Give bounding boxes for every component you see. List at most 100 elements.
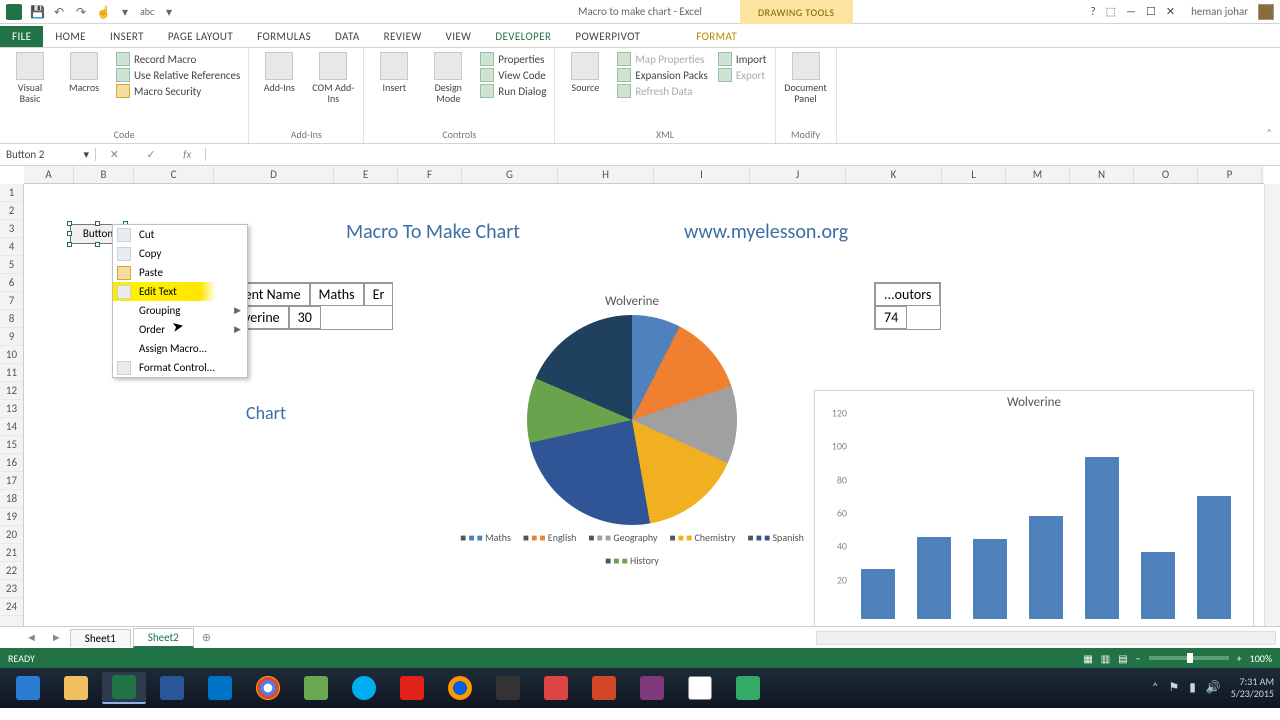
qat-undo-icon[interactable]: ↶ xyxy=(52,5,66,19)
row-header[interactable]: 20 xyxy=(0,526,23,544)
btn-addins[interactable]: Add-Ins xyxy=(257,52,301,93)
tab-insert[interactable]: INSERT xyxy=(98,26,156,47)
user-avatar-icon[interactable] xyxy=(1258,4,1274,20)
maximize-icon[interactable]: ☐ xyxy=(1146,5,1156,18)
tab-format[interactable]: FORMAT xyxy=(684,26,749,47)
task-acrobat[interactable] xyxy=(390,672,434,704)
col-header[interactable]: P xyxy=(1198,166,1262,183)
cells[interactable]: Macro To Make Chart www.myelesson.org ..… xyxy=(24,184,1264,626)
col-header[interactable]: I xyxy=(654,166,750,183)
task-paint[interactable] xyxy=(678,672,722,704)
task-excel[interactable] xyxy=(102,672,146,704)
row-headers[interactable]: 123456789101112131415161718192021222324 xyxy=(0,184,24,626)
col-header[interactable]: D xyxy=(214,166,334,183)
task-onenote[interactable] xyxy=(630,672,674,704)
sel-handle[interactable] xyxy=(95,242,100,247)
col-header[interactable]: A xyxy=(24,166,74,183)
ribbon-collapse-icon[interactable]: ˄ xyxy=(1266,126,1272,139)
vertical-scrollbar[interactable] xyxy=(1264,184,1280,626)
qat-abc-icon[interactable]: abc xyxy=(140,5,154,19)
tab-data[interactable]: DATA xyxy=(323,26,372,47)
fx-icon[interactable]: fx xyxy=(183,148,191,161)
btn-macros[interactable]: Macros xyxy=(62,52,106,93)
minimize-icon[interactable]: — xyxy=(1126,5,1136,18)
view-page-layout-icon[interactable]: ▥ xyxy=(1101,652,1110,665)
task-m[interactable] xyxy=(534,672,578,704)
system-tray[interactable]: ˄ ⚑ ▮ 🔊 7:31 AM5/23/2015 xyxy=(1152,676,1274,700)
col-header[interactable]: N xyxy=(1070,166,1134,183)
row-header[interactable]: 11 xyxy=(0,364,23,382)
name-box[interactable]: Button 2▾ xyxy=(0,148,96,161)
sheet-nav-prev-icon[interactable]: ◄ xyxy=(20,631,43,644)
btn-map-props[interactable]: Map Properties xyxy=(617,52,707,66)
tab-powerpivot[interactable]: POWERPIVOT xyxy=(563,26,652,47)
task-camtasia[interactable] xyxy=(294,672,338,704)
menu-cut[interactable]: Cut xyxy=(113,225,247,244)
col-header[interactable]: M xyxy=(1006,166,1070,183)
btn-run-dialog[interactable]: Run Dialog xyxy=(480,84,546,98)
zoom-level[interactable]: 100% xyxy=(1250,652,1272,665)
btn-import[interactable]: Import xyxy=(718,52,767,66)
btn-export[interactable]: Export xyxy=(718,68,767,82)
row-header[interactable]: 1 xyxy=(0,184,23,202)
sheet-nav-next-icon[interactable]: ► xyxy=(45,631,68,644)
tab-file[interactable]: FILE xyxy=(0,26,43,47)
row-header[interactable]: 15 xyxy=(0,436,23,454)
row-header[interactable]: 2 xyxy=(0,202,23,220)
bar-chart[interactable]: Wolverine 20406080100120 xyxy=(814,390,1254,626)
sheet-tab-sheet2[interactable]: Sheet2 xyxy=(133,628,194,648)
row-header[interactable]: 4 xyxy=(0,238,23,256)
view-normal-icon[interactable]: ▦ xyxy=(1083,652,1092,665)
zoom-out-icon[interactable]: − xyxy=(1136,652,1141,665)
col-header[interactable]: B xyxy=(74,166,134,183)
row-header[interactable]: 7 xyxy=(0,292,23,310)
col-header[interactable]: J xyxy=(750,166,846,183)
btn-design-mode[interactable]: Design Mode xyxy=(426,52,470,104)
menu-paste[interactable]: Paste xyxy=(113,263,247,282)
menu-assign-macro[interactable]: Assign Macro... xyxy=(113,339,247,358)
btn-insert-control[interactable]: Insert xyxy=(372,52,416,93)
sel-handle[interactable] xyxy=(95,221,100,226)
col-header[interactable]: O xyxy=(1134,166,1198,183)
btn-macro-security[interactable]: Macro Security xyxy=(116,84,240,98)
horizontal-scrollbar[interactable] xyxy=(816,631,1276,645)
btn-expansion-packs[interactable]: Expansion Packs xyxy=(617,68,707,82)
qat-more-icon[interactable]: ▾ xyxy=(118,5,132,19)
pie-chart[interactable]: Wolverine ■ Maths■ English■ Geography■ C… xyxy=(454,294,810,564)
row-header[interactable]: 10 xyxy=(0,346,23,364)
tab-formulas[interactable]: FORMULAS xyxy=(245,26,323,47)
menu-format-control[interactable]: Format Control... xyxy=(113,358,247,377)
btn-source[interactable]: Source xyxy=(563,52,607,93)
row-header[interactable]: 24 xyxy=(0,598,23,616)
btn-com-addins[interactable]: COM Add-Ins xyxy=(311,52,355,104)
menu-copy[interactable]: Copy xyxy=(113,244,247,263)
btn-document-panel[interactable]: Document Panel xyxy=(784,52,828,104)
task-ie[interactable] xyxy=(6,672,50,704)
row-header[interactable]: 9 xyxy=(0,328,23,346)
zoom-slider[interactable] xyxy=(1149,656,1229,660)
row-header[interactable]: 18 xyxy=(0,490,23,508)
qat-touch-icon[interactable]: ☝ xyxy=(96,5,110,19)
qat-save-icon[interactable]: 💾 xyxy=(30,5,44,19)
col-header[interactable]: E xyxy=(334,166,398,183)
btn-properties[interactable]: Properties xyxy=(480,52,546,66)
sheet-tab-sheet1[interactable]: Sheet1 xyxy=(70,629,131,647)
col-header[interactable]: G xyxy=(462,166,558,183)
tab-review[interactable]: REVIEW xyxy=(372,26,434,47)
tray-action-icon[interactable]: ⚑ xyxy=(1168,681,1179,695)
task-outlook[interactable] xyxy=(198,672,242,704)
task-app[interactable] xyxy=(726,672,770,704)
col-header[interactable]: H xyxy=(558,166,654,183)
btn-visual-basic[interactable]: Visual Basic xyxy=(8,52,52,104)
btn-relative-refs[interactable]: Use Relative References xyxy=(116,68,240,82)
btn-record-macro[interactable]: Record Macro xyxy=(116,52,240,66)
row-header[interactable]: 8 xyxy=(0,310,23,328)
ribbon-display-icon[interactable]: ⬚ xyxy=(1106,5,1116,18)
row-header[interactable]: 22 xyxy=(0,562,23,580)
column-headers[interactable]: ABCDEFGHIJKLMNOP xyxy=(24,166,1264,184)
tray-network-icon[interactable]: ▮ xyxy=(1189,681,1196,695)
task-skype[interactable] xyxy=(342,672,386,704)
task-explorer[interactable] xyxy=(54,672,98,704)
qat-dropdown-icon[interactable]: ▾ xyxy=(162,5,176,19)
task-firefox[interactable] xyxy=(438,672,482,704)
